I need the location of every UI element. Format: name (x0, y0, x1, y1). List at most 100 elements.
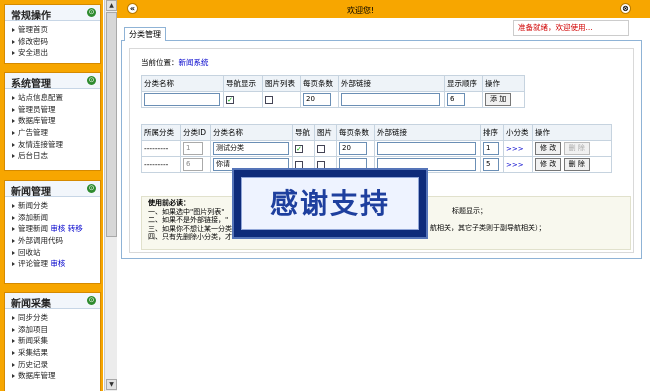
panel-header[interactable]: 系统管理 ⊙ (5, 73, 100, 90)
nav-display-checkbox[interactable]: ✓ (226, 96, 234, 104)
sidebar-item-friend-links[interactable]: 友情连接管理 (12, 139, 100, 151)
column-header: 外部链接 (338, 75, 445, 92)
category-name-input[interactable] (144, 93, 220, 106)
column-header: 导航显示 (223, 75, 263, 92)
welcome-text: 欢迎您! (347, 6, 375, 15)
per-page-input[interactable]: 20 (339, 142, 367, 155)
sidebar-item-recycle-bin[interactable]: 回收站 (12, 247, 100, 259)
sidebar-item-label: 外部调用代码 (18, 236, 63, 246)
review-link[interactable]: 审核 (50, 224, 65, 233)
bullet-icon (12, 215, 15, 220)
sidebar-item-ads[interactable]: 广告管理 (12, 127, 100, 139)
parent-category-cell: --------- (141, 140, 181, 157)
sidebar-item-label: 管理首页 (18, 25, 48, 34)
sidebar-item-label: 修改密码 (18, 36, 48, 46)
sidebar-item-collect-database[interactable]: 数据库管理 (12, 370, 100, 382)
bullet-icon (12, 262, 15, 267)
sidebar-item-change-password[interactable]: 修改密码 (12, 36, 100, 48)
transfer-link[interactable]: 转移 (68, 224, 83, 233)
breadcrumb-link[interactable]: 新闻系统 (179, 58, 209, 67)
add-button[interactable]: 添 加 (485, 93, 512, 106)
column-header: 分类名称 (141, 75, 224, 92)
sort-order-input[interactable]: 1 (483, 142, 499, 155)
sidebar-scrollbar[interactable]: ▲ ▼ (104, 0, 117, 391)
sidebar-item-admins[interactable]: 管理员管理 (12, 104, 100, 116)
bullet-icon (12, 96, 15, 100)
display-order-input[interactable]: 6 (447, 93, 465, 106)
column-header: 图片列表 (262, 75, 301, 92)
bullet-icon (12, 351, 15, 356)
sidebar-item-add-project[interactable]: 添加项目 (12, 324, 100, 336)
collapse-toggle-icon[interactable]: ⊙ (87, 8, 96, 17)
panel-header[interactable]: 新闻管理 ⊙ (5, 181, 100, 198)
collapse-sidebar-icon[interactable]: « (127, 3, 138, 14)
image-list-checkbox[interactable] (265, 96, 273, 104)
column-header: 小分类 (503, 124, 533, 141)
sidebar-item-history[interactable]: 历史记录 (12, 359, 100, 371)
delete-button: 删 除 (563, 142, 590, 155)
subcategory-link-icon[interactable]: >>> (506, 145, 524, 153)
sidebar-item-label: 添加新闻 (18, 212, 48, 222)
sidebar-item-manage-news[interactable]: 管理新闻 审核 转移 (12, 223, 100, 235)
edit-button[interactable]: 修 改 (535, 142, 562, 155)
external-link-input[interactable] (341, 93, 440, 106)
sidebar-item-logout[interactable]: 安全退出 (12, 47, 100, 59)
thank-you-banner: 感谢支持 (232, 168, 428, 239)
delete-button[interactable]: 删 除 (563, 158, 590, 171)
image-checkbox[interactable] (317, 145, 325, 153)
sidebar-item-database[interactable]: 数据库管理 (12, 115, 100, 127)
bullet-icon (12, 39, 15, 44)
scroll-down-icon[interactable]: ▼ (106, 379, 117, 390)
tab-category-management[interactable]: 分类管理 (124, 27, 166, 41)
expand-icon[interactable]: ⊗ (620, 3, 631, 14)
sidebar-item-label: 数据库管理 (18, 371, 56, 381)
bullet-icon (12, 374, 15, 379)
sidebar-item-label: 采集结果 (18, 348, 48, 358)
category-name-input[interactable]: 测试分类 (213, 142, 289, 155)
column-header: 操作 (482, 75, 525, 92)
bullet-icon (12, 204, 15, 208)
sidebar-item-news-categories[interactable]: 新闻分类 (12, 200, 100, 212)
column-header: 每页条数 (300, 75, 339, 92)
sidebar-item-logs[interactable]: 后台日志 (12, 150, 100, 162)
sidebar-item-news-collect[interactable]: 新闻采集 (12, 335, 100, 347)
sidebar-item-label: 回收站 (18, 247, 41, 257)
scroll-up-icon[interactable]: ▲ (106, 0, 117, 11)
sidebar-item-admin-home[interactable]: 管理首页 (12, 24, 100, 36)
sidebar-item-external-code[interactable]: 外部调用代码 (12, 235, 100, 247)
external-link-input[interactable] (377, 142, 476, 155)
per-page-input[interactable]: 20 (303, 93, 331, 106)
bullet-icon (12, 339, 15, 344)
sidebar-item-comments[interactable]: 评论管理 审核 (12, 258, 100, 270)
panel-header[interactable]: 常规操作 ⊙ (5, 5, 100, 22)
sidebar-item-sync-categories[interactable]: 同步分类 (12, 312, 100, 324)
subcategory-link-icon[interactable]: >>> (506, 161, 524, 169)
collapse-toggle-icon[interactable]: ⊙ (87, 184, 96, 193)
column-header: 外部链接 (374, 124, 481, 141)
edit-button[interactable]: 修 改 (535, 158, 562, 171)
add-category-form: 分类名称 导航显示 图片列表 每页条数 外部链接 显示顺序 操作 ✓ 20 6 … (141, 75, 525, 108)
panel-news-collection: 新闻采集 ⊙ 同步分类 添加项目 新闻采集 采集结果 历史记录 数据库管理 (4, 292, 101, 391)
panel-header[interactable]: 新闻采集 ⊙ (5, 293, 100, 310)
category-list-table: 所属分类 分类ID 分类名称 导航 图片 每页条数 外部链接 排序 小分类 操作… (141, 124, 612, 173)
sort-order-input[interactable]: 5 (483, 158, 499, 171)
collapse-toggle-icon[interactable]: ⊙ (87, 76, 96, 85)
panel-title: 常规操作 (11, 11, 51, 22)
sidebar-item-label: 新闻采集 (18, 336, 48, 346)
sidebar-item-label: 站点信息配置 (18, 93, 63, 102)
bullet-icon (12, 227, 15, 232)
panel-common-ops: 常规操作 ⊙ 管理首页 修改密码 安全退出 (4, 4, 101, 64)
bullet-icon (12, 316, 15, 320)
sidebar-item-add-news[interactable]: 添加新闻 (12, 212, 100, 224)
status-message: 准备就绪，欢迎使用... (513, 20, 629, 36)
nav-checkbox[interactable]: ✓ (295, 145, 303, 153)
collapse-toggle-icon[interactable]: ⊙ (87, 296, 96, 305)
panel-system-management: 系统管理 ⊙ 站点信息配置 管理员管理 数据库管理 广告管理 友情连接管理 后台… (4, 72, 101, 171)
breadcrumb: 当前位置：新闻系统 (141, 57, 209, 68)
sidebar-item-collect-results[interactable]: 采集结果 (12, 347, 100, 359)
scrollbar-thumb[interactable] (106, 12, 117, 237)
column-header: 导航 (292, 124, 315, 141)
bullet-icon (12, 107, 15, 112)
review-link[interactable]: 审核 (50, 259, 65, 268)
sidebar-item-site-config[interactable]: 站点信息配置 (12, 92, 100, 104)
